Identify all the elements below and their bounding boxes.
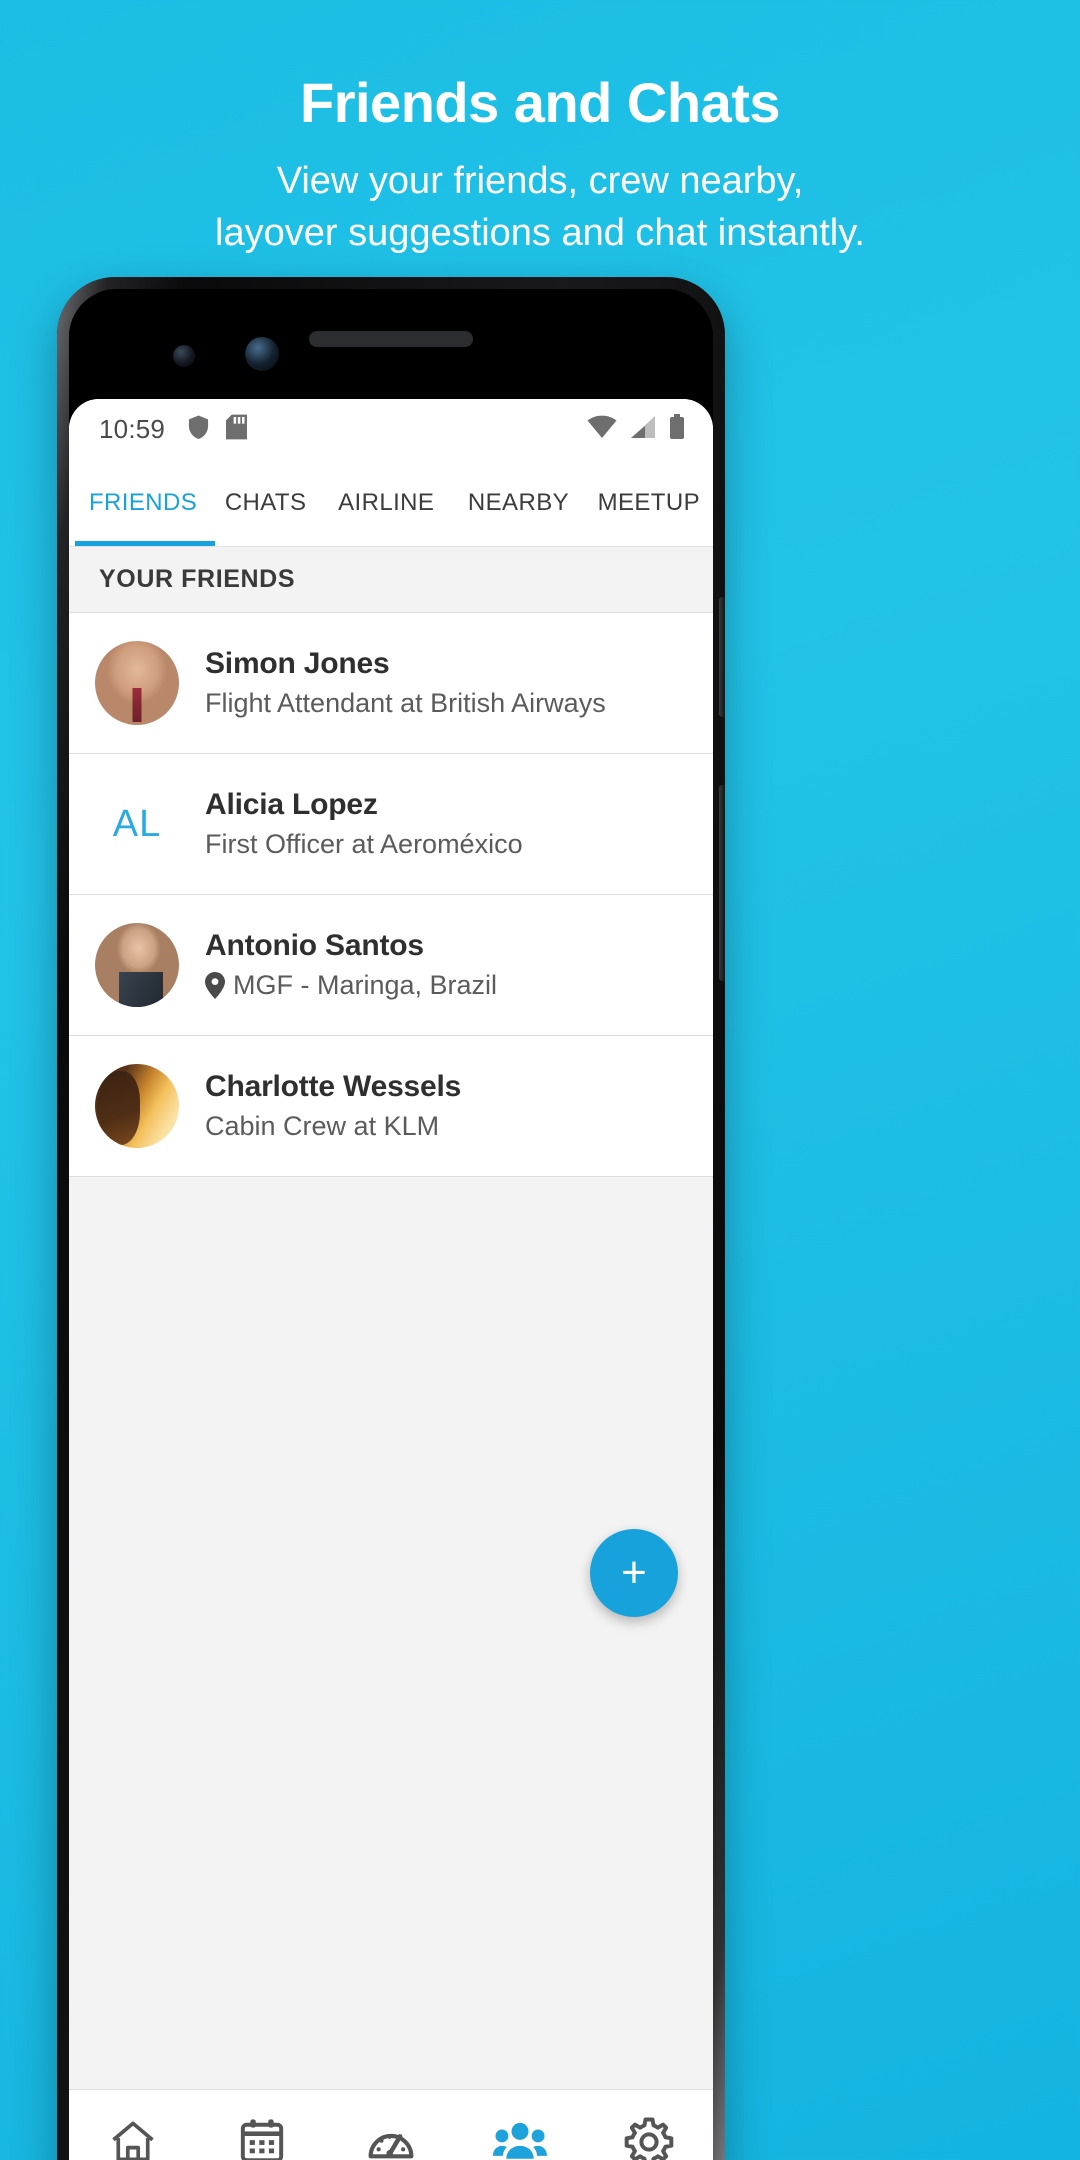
promo-subtitle-line-2: layover suggestions and chat instantly. xyxy=(215,212,865,255)
promo-subtitle: View your friends, crew nearby, layover … xyxy=(0,155,1080,260)
gauge-icon xyxy=(365,2116,417,2160)
list-item[interactable]: Charlotte Wessels Cabin Crew at KLM xyxy=(69,1036,713,1177)
friend-subtitle-text: Flight Attendant at British Airways xyxy=(205,687,606,718)
bottom-navigation-bar[interactable] xyxy=(69,2089,713,2160)
battery-icon xyxy=(669,413,685,445)
friend-subtitle: First Officer at Aeroméxico xyxy=(205,829,523,861)
add-friend-button[interactable]: + xyxy=(590,1529,678,1617)
nav-item-friends[interactable] xyxy=(455,2116,584,2160)
avatar xyxy=(95,923,179,1007)
tab-bar[interactable]: FRIENDS CHATS AIRLINE NEARBY MEETUP xyxy=(69,459,713,547)
friend-subtitle-text: MGF - Maringa, Brazil xyxy=(233,969,498,1000)
friends-list: Simon Jones Flight Attendant at British … xyxy=(69,613,713,1177)
friend-name: Alicia Lopez xyxy=(205,788,378,822)
avatar xyxy=(95,1064,179,1148)
friend-subtitle: Flight Attendant at British Airways xyxy=(205,688,606,720)
friend-name: Antonio Santos xyxy=(205,929,424,963)
phone-volume-button xyxy=(719,785,725,981)
tab-airline[interactable]: AIRLINE xyxy=(320,459,452,546)
location-pin-icon xyxy=(205,972,225,1000)
gear-icon xyxy=(623,2116,675,2160)
tab-chats[interactable]: CHATS xyxy=(211,459,320,546)
friend-name: Charlotte Wessels xyxy=(205,1070,462,1104)
calendar-icon xyxy=(237,2116,287,2160)
list-item[interactable]: AL Alicia Lopez First Officer at Aeroméx… xyxy=(69,754,713,895)
tab-nearby[interactable]: NEARBY xyxy=(452,459,584,546)
promo-subtitle-line-1: View your friends, crew nearby, xyxy=(276,159,804,202)
list-item[interactable]: Simon Jones Flight Attendant at British … xyxy=(69,613,713,754)
front-camera-icon xyxy=(245,337,279,371)
nav-item-dashboard[interactable] xyxy=(327,2116,456,2160)
friend-subtitle-text: Cabin Crew at KLM xyxy=(205,1110,440,1141)
promo-header: Friends and Chats View your friends, cre… xyxy=(0,0,1080,260)
sd-card-icon xyxy=(226,414,248,445)
avatar xyxy=(95,641,179,725)
friend-subtitle-text: First Officer at Aeroméxico xyxy=(205,828,523,859)
phone-top-bezel xyxy=(69,289,713,399)
app-screen: 10:59 FRIENDS CHATS AIRLINE NEARBY MEETU… xyxy=(69,399,713,2160)
section-header-your-friends: YOUR FRIENDS xyxy=(69,547,713,613)
list-empty-area: + xyxy=(69,1177,713,1665)
sensor-icon xyxy=(173,345,195,367)
tab-active-indicator xyxy=(75,541,215,546)
phone-screen-area: 10:59 FRIENDS CHATS AIRLINE NEARBY MEETU… xyxy=(69,289,713,2160)
phone-mockup: 10:59 FRIENDS CHATS AIRLINE NEARBY MEETU… xyxy=(57,277,725,2160)
nav-item-settings[interactable] xyxy=(584,2116,713,2160)
wifi-icon xyxy=(587,415,617,444)
tab-friends[interactable]: FRIENDS xyxy=(75,459,211,546)
phone-power-button xyxy=(719,597,725,717)
list-item[interactable]: Antonio Santos MGF - Maringa, Brazil xyxy=(69,895,713,1036)
page-title: Friends and Chats xyxy=(299,71,781,134)
earpiece-speaker xyxy=(309,331,473,347)
friend-subtitle: Cabin Crew at KLM xyxy=(205,1111,461,1143)
friend-subtitle: MGF - Maringa, Brazil xyxy=(205,970,497,1002)
tab-meetup[interactable]: MEETUP xyxy=(585,459,713,546)
avatar: AL xyxy=(95,782,179,866)
shield-icon xyxy=(187,414,210,445)
nav-item-home[interactable] xyxy=(69,2116,198,2160)
nav-item-calendar[interactable] xyxy=(198,2116,327,2160)
cellular-signal-icon xyxy=(629,415,657,444)
status-bar: 10:59 xyxy=(69,399,713,459)
friend-name: Simon Jones xyxy=(205,647,390,681)
people-icon xyxy=(492,2116,547,2160)
home-icon xyxy=(107,2116,159,2160)
status-bar-clock: 10:59 xyxy=(99,413,166,444)
avatar-initials: AL xyxy=(112,802,162,845)
